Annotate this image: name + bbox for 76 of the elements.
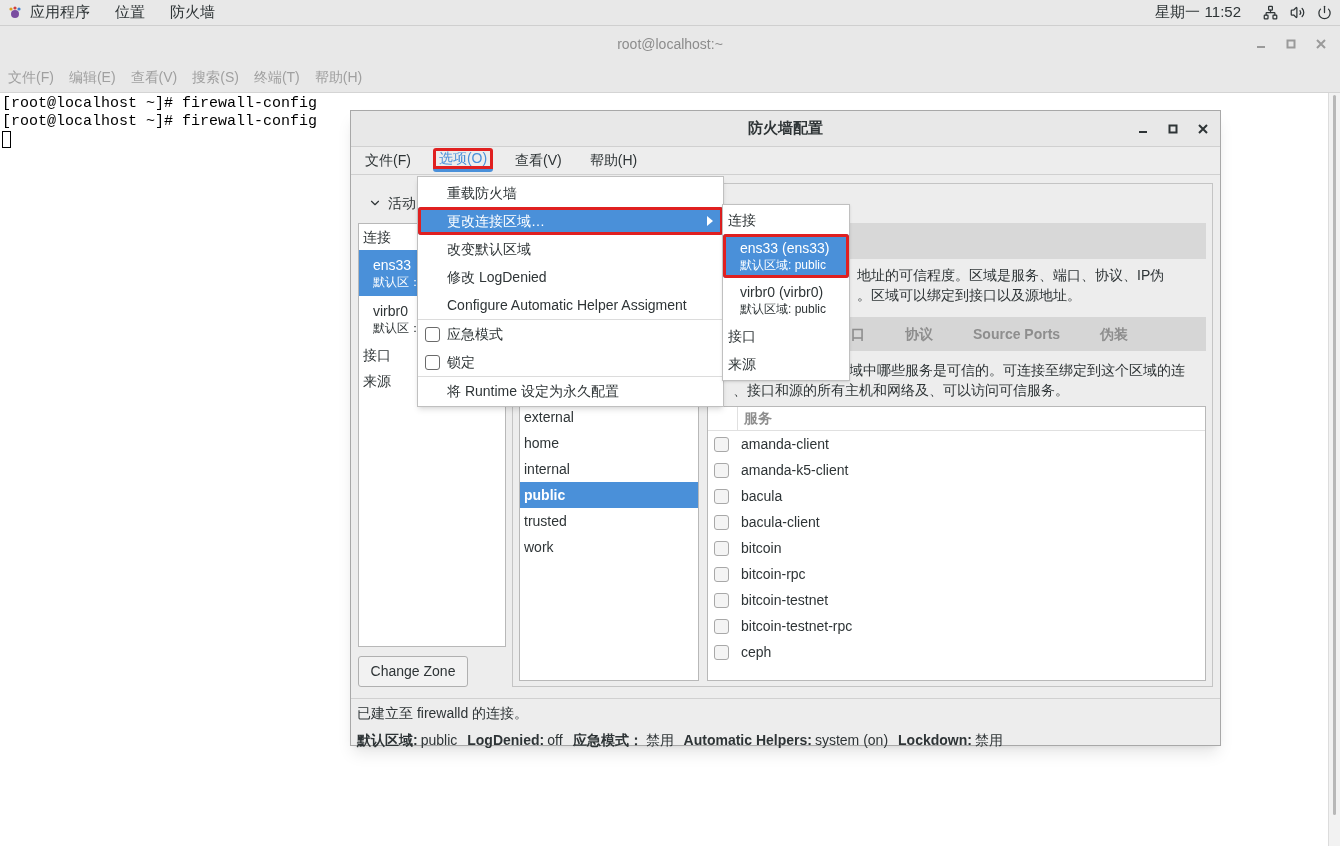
service-name: ceph [741,642,772,662]
checkbox[interactable] [714,566,729,582]
checkbox[interactable] [714,514,729,530]
status-value: 禁用 [645,731,674,750]
panel-menu[interactable]: 应用程序 [30,1,90,24]
scrollbar[interactable] [1328,93,1340,846]
menu-item[interactable]: 连接 [723,206,849,234]
list-heading: 连接 [363,227,391,247]
window-title: 防火墙配置 [748,118,823,139]
status-label: 默认区域: [357,731,418,750]
menu-item[interactable]: virbr0 (virbr0) 默认区域: public [723,278,849,322]
zone-item[interactable]: home [520,430,698,456]
zone-item[interactable]: external [520,404,698,430]
checkbox[interactable] [714,644,729,660]
zone-item[interactable]: work [520,534,698,560]
text-cursor-icon [2,131,11,148]
close-icon[interactable] [1198,123,1208,134]
status-label: Automatic Helpers: [683,731,812,750]
section-label: 活动 [388,193,416,213]
menu-item[interactable]: 改变默认区域 [418,235,723,263]
service-name: bitcoin-rpc [741,564,806,584]
checkbox[interactable] [714,488,729,504]
service-name: bacula [741,486,783,506]
panel-menu[interactable]: 防火墙 [170,1,215,24]
menu-item[interactable]: 接口 [723,322,849,350]
zone-description: 。区域可以绑定到接口以及源地址。 [857,286,1081,305]
status-label: Lockdown: [898,731,972,750]
service-name: bacula-client [741,512,820,532]
service-name: bitcoin [741,538,782,558]
terminal-line: [root@localhost ~]# firewall-config [2,113,318,131]
menu-item[interactable]: 修改 LogDenied [418,263,723,291]
menu-item[interactable]: 帮助(H) [583,148,644,172]
list-heading: 来源 [363,371,391,391]
menu-item[interactable]: 来源 [723,350,849,378]
menu-item[interactable]: 查看(V) [509,148,568,172]
status-message: 已建立至 firewalld 的连接。 [357,704,529,723]
change-zone-button[interactable]: Change Zone [358,656,468,687]
status-value: public [420,731,458,750]
window-title: root@localhost:~ [617,34,723,54]
menu-item[interactable]: 重载防火墙 [418,179,723,207]
app-menu-icon[interactable] [8,5,22,20]
checkbox[interactable] [714,592,729,608]
panel-menu[interactable]: 位置 [115,1,145,24]
status-label: 应急模式： [572,731,643,750]
power-icon[interactable] [1317,5,1332,20]
service-name: bitcoin-testnet [741,590,829,610]
checkbox[interactable] [425,326,440,342]
checkbox[interactable] [714,618,729,634]
service-name: amanda-client [741,434,829,454]
menu-item[interactable]: 将 Runtime 设定为永久配置 [418,377,723,405]
service-name: amanda-k5-client [741,460,849,480]
clock[interactable]: 星期一 11:52 [1155,1,1241,24]
menu-item[interactable]: Configure Automatic Helper Assigment [418,291,723,319]
status-value: 禁用 [974,731,1003,750]
status-label: LogDenied: [467,731,545,750]
status-value: off [547,731,563,750]
submenu-arrow-icon [707,216,713,226]
checkbox[interactable] [714,436,729,452]
checkbox[interactable] [714,540,729,556]
services-description: 、接口和源的所有主机和网络及、可以访问可信服务。 [733,381,1069,400]
menu-item[interactable]: 文件(F) [359,148,417,172]
zone-description: 地址的可信程度。区域是服务、端口、协议、IP伪 [857,266,1165,285]
services-description: 域中哪些服务是可信的。可连接至绑定到这个区域的连 [849,361,1185,380]
checkbox[interactable] [425,354,440,370]
terminal-line: [root@localhost ~]# firewall-config [2,95,318,113]
volume-icon[interactable] [1290,5,1305,20]
status-value: system (on) [814,731,889,750]
network-icon[interactable] [1263,5,1278,20]
service-name: bitcoin-testnet-rpc [741,616,853,636]
zone-item[interactable]: internal [520,456,698,482]
zone-item[interactable]: trusted [520,508,698,534]
checkbox[interactable] [714,462,729,478]
menu-item[interactable]: 锁定 [447,351,475,373]
list-heading: 接口 [363,345,391,365]
maximize-icon[interactable] [1168,123,1178,134]
menu-item[interactable]: 应急模式 [447,323,503,345]
